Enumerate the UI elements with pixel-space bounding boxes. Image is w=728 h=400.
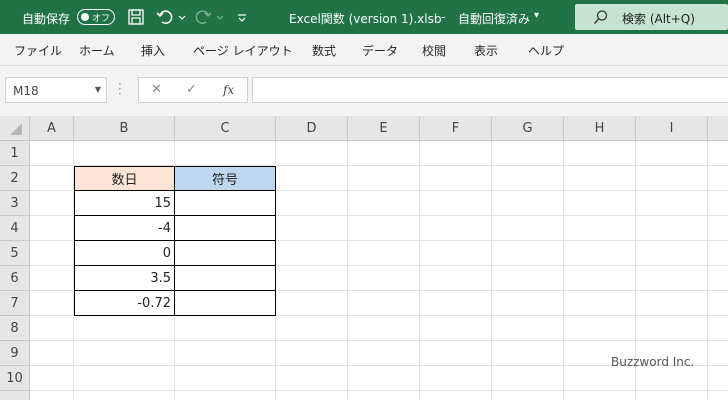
row-header-8[interactable]: 8 — [0, 316, 30, 341]
toggle-knob — [81, 13, 89, 21]
search-icon — [593, 10, 608, 24]
undo-dropdown-icon[interactable] — [176, 7, 188, 27]
tab-view[interactable]: 表示 — [474, 42, 498, 59]
header-sign-cell[interactable]: 符号 — [174, 166, 276, 191]
name-box[interactable]: M18 ▼ — [5, 77, 107, 103]
formula-input[interactable] — [252, 77, 728, 103]
column-header-h[interactable]: H — [564, 116, 636, 141]
save-status-chevron-icon[interactable]: ▾ — [534, 10, 539, 21]
row-header-1[interactable]: 1 — [0, 141, 30, 166]
table-cell-b7[interactable]: -0.72 — [74, 290, 175, 316]
insert-function-button[interactable]: fx — [223, 83, 234, 97]
table-cell-b3[interactable]: 15 — [74, 190, 175, 216]
tab-formulas[interactable]: 数式 — [312, 42, 336, 59]
row-header-6[interactable]: 6 — [0, 266, 30, 291]
column-header-i[interactable]: I — [636, 116, 708, 141]
select-all-icon — [9, 123, 22, 135]
redo-dropdown-icon[interactable] — [214, 7, 226, 27]
table-cell-c4[interactable] — [174, 215, 276, 241]
save-icon[interactable] — [126, 7, 146, 27]
row-header-9[interactable]: 9 — [0, 341, 30, 366]
search-box[interactable]: 検索 (Alt+Q) — [575, 4, 728, 30]
formula-buttons: ✕ ✓ fx — [138, 77, 248, 103]
formula-bar-grip-icon[interactable]: · · · — [118, 78, 122, 100]
table-cell-b6[interactable]: 3.5 — [74, 265, 175, 291]
row-header-3[interactable]: 3 — [0, 191, 30, 216]
table-cell-c6[interactable] — [174, 265, 276, 291]
enter-icon[interactable]: ✓ — [186, 82, 197, 97]
column-header-f[interactable]: F — [420, 116, 492, 141]
tab-review[interactable]: 校閲 — [422, 42, 446, 59]
tab-help[interactable]: ヘルプ — [528, 42, 564, 59]
title-bar: 自動保存 オフ Excel関数 (version 1).xlsb - 自動回復済… — [0, 0, 728, 34]
autosave-toggle[interactable]: オフ — [77, 9, 115, 25]
table-cell-b4[interactable]: -4 — [74, 215, 175, 241]
tab-home[interactable]: ホーム — [79, 42, 115, 59]
row-header-10[interactable]: 10 — [0, 366, 30, 391]
tab-data[interactable]: データ — [362, 42, 398, 59]
column-header-b[interactable]: B — [74, 116, 175, 141]
name-box-value: M18 — [13, 84, 39, 98]
row-header-2[interactable]: 2 — [0, 166, 30, 191]
undo-icon[interactable] — [155, 7, 175, 27]
customize-toolbar-icon[interactable] — [235, 7, 249, 27]
row-header-5[interactable]: 5 — [0, 241, 30, 266]
redo-icon[interactable] — [193, 7, 213, 27]
column-header-a[interactable]: A — [30, 116, 74, 141]
column-header-c[interactable]: C — [175, 116, 276, 141]
table-cell-c5[interactable] — [174, 240, 276, 266]
name-box-chevron-icon[interactable]: ▼ — [95, 85, 101, 94]
tab-insert[interactable]: 挿入 — [141, 42, 165, 59]
table-cell-b5[interactable]: 0 — [74, 240, 175, 266]
column-header-g[interactable]: G — [492, 116, 564, 141]
search-placeholder: 検索 (Alt+Q) — [622, 12, 695, 26]
select-all-corner[interactable] — [0, 116, 30, 141]
ribbon-tabs: ファイル ホーム 挿入 ページ レイアウト 数式 データ 校閲 表示 ヘルプ — [0, 34, 728, 66]
column-header-partial[interactable] — [708, 116, 728, 141]
autosave-state: オフ — [92, 14, 111, 24]
table-cell-c3[interactable] — [174, 190, 276, 216]
autosave-label: 自動保存 — [22, 12, 71, 26]
cancel-icon[interactable]: ✕ — [151, 82, 162, 97]
column-header-e[interactable]: E — [348, 116, 420, 141]
row-header-partial[interactable] — [0, 391, 30, 400]
save-status[interactable]: 自動回復済み — [458, 10, 530, 27]
header-number-cell[interactable]: 数日 — [74, 166, 175, 191]
table-cell-c7[interactable] — [174, 290, 276, 316]
tab-page-layout[interactable]: ページ レイアウト — [193, 42, 293, 59]
watermark: Buzzword Inc. — [611, 355, 695, 369]
tab-file[interactable]: ファイル — [14, 42, 62, 59]
row-header-4[interactable]: 4 — [0, 216, 30, 241]
column-header-d[interactable]: D — [276, 116, 348, 141]
formula-bar: M18 ▼ · · · ✕ ✓ fx — [0, 66, 728, 116]
row-header-7[interactable]: 7 — [0, 291, 30, 316]
title-separator: - — [441, 10, 446, 24]
document-title: Excel関数 (version 1).xlsb — [289, 12, 442, 26]
